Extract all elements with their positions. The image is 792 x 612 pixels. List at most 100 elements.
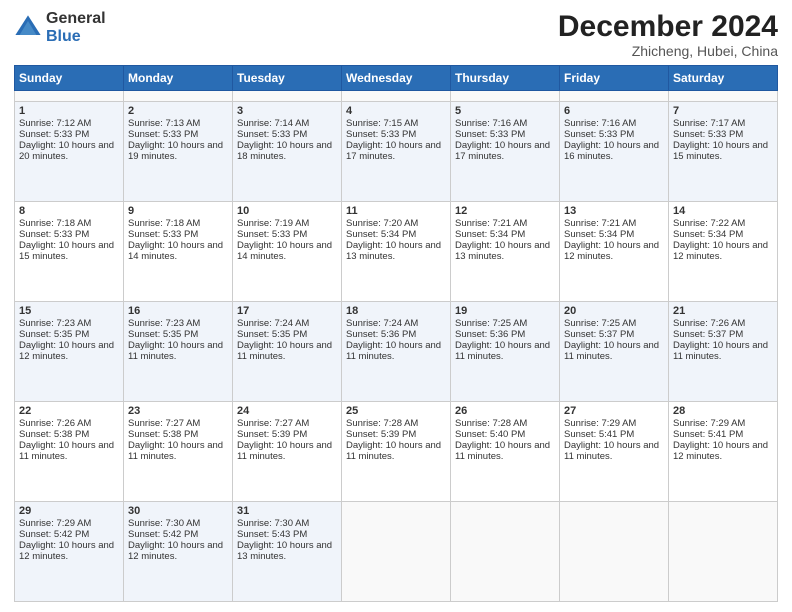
day-number: 13 <box>564 205 664 217</box>
day-cell: 3Sunrise: 7:14 AMSunset: 5:33 PMDaylight… <box>233 101 342 201</box>
day-header-friday: Friday <box>560 66 669 91</box>
sunrise-text: Sunrise: 7:28 AM <box>346 418 446 429</box>
daylight-text: Daylight: 10 hours and 19 minutes. <box>128 140 228 162</box>
title-area: December 2024 Zhicheng, Hubei, China <box>558 10 778 59</box>
daylight-text: Daylight: 10 hours and 11 minutes. <box>564 340 664 362</box>
day-cell <box>15 91 124 102</box>
day-number: 15 <box>19 305 119 317</box>
day-number: 30 <box>128 505 228 517</box>
sunset-text: Sunset: 5:34 PM <box>346 229 446 240</box>
day-cell <box>342 91 451 102</box>
daylight-text: Daylight: 10 hours and 13 minutes. <box>346 240 446 262</box>
daylight-text: Daylight: 10 hours and 13 minutes. <box>455 240 555 262</box>
daylight-text: Daylight: 10 hours and 17 minutes. <box>346 140 446 162</box>
day-header-thursday: Thursday <box>451 66 560 91</box>
day-number: 31 <box>237 505 337 517</box>
logo-icon <box>14 14 42 42</box>
daylight-text: Daylight: 10 hours and 11 minutes. <box>237 340 337 362</box>
day-number: 14 <box>673 205 773 217</box>
day-cell: 22Sunrise: 7:26 AMSunset: 5:38 PMDayligh… <box>15 401 124 501</box>
sunrise-text: Sunrise: 7:28 AM <box>455 418 555 429</box>
day-number: 25 <box>346 405 446 417</box>
day-cell: 15Sunrise: 7:23 AMSunset: 5:35 PMDayligh… <box>15 301 124 401</box>
daylight-text: Daylight: 10 hours and 12 minutes. <box>673 440 773 462</box>
sunrise-text: Sunrise: 7:26 AM <box>673 318 773 329</box>
sunset-text: Sunset: 5:33 PM <box>128 129 228 140</box>
day-cell: 13Sunrise: 7:21 AMSunset: 5:34 PMDayligh… <box>560 201 669 301</box>
sunrise-text: Sunrise: 7:25 AM <box>564 318 664 329</box>
week-row-1: 1Sunrise: 7:12 AMSunset: 5:33 PMDaylight… <box>15 101 778 201</box>
day-cell: 20Sunrise: 7:25 AMSunset: 5:37 PMDayligh… <box>560 301 669 401</box>
day-cell: 31Sunrise: 7:30 AMSunset: 5:43 PMDayligh… <box>233 501 342 601</box>
day-cell: 23Sunrise: 7:27 AMSunset: 5:38 PMDayligh… <box>124 401 233 501</box>
day-header-monday: Monday <box>124 66 233 91</box>
day-cell: 5Sunrise: 7:16 AMSunset: 5:33 PMDaylight… <box>451 101 560 201</box>
daylight-text: Daylight: 10 hours and 11 minutes. <box>237 440 337 462</box>
day-cell: 10Sunrise: 7:19 AMSunset: 5:33 PMDayligh… <box>233 201 342 301</box>
sunset-text: Sunset: 5:33 PM <box>673 129 773 140</box>
sunset-text: Sunset: 5:43 PM <box>237 529 337 540</box>
sunset-text: Sunset: 5:34 PM <box>673 229 773 240</box>
day-cell: 12Sunrise: 7:21 AMSunset: 5:34 PMDayligh… <box>451 201 560 301</box>
week-row-0 <box>15 91 778 102</box>
day-cell: 1Sunrise: 7:12 AMSunset: 5:33 PMDaylight… <box>15 101 124 201</box>
day-cell <box>560 501 669 601</box>
sunrise-text: Sunrise: 7:29 AM <box>19 518 119 529</box>
logo-text: General Blue <box>46 10 106 45</box>
day-number: 20 <box>564 305 664 317</box>
day-cell: 2Sunrise: 7:13 AMSunset: 5:33 PMDaylight… <box>124 101 233 201</box>
day-number: 2 <box>128 105 228 117</box>
sunset-text: Sunset: 5:33 PM <box>19 229 119 240</box>
daylight-text: Daylight: 10 hours and 16 minutes. <box>564 140 664 162</box>
daylight-text: Daylight: 10 hours and 12 minutes. <box>19 540 119 562</box>
daylight-text: Daylight: 10 hours and 11 minutes. <box>455 440 555 462</box>
sunset-text: Sunset: 5:42 PM <box>128 529 228 540</box>
sunrise-text: Sunrise: 7:21 AM <box>564 218 664 229</box>
day-number: 22 <box>19 405 119 417</box>
day-cell: 29Sunrise: 7:29 AMSunset: 5:42 PMDayligh… <box>15 501 124 601</box>
month-title: December 2024 <box>558 10 778 43</box>
sunrise-text: Sunrise: 7:25 AM <box>455 318 555 329</box>
day-number: 10 <box>237 205 337 217</box>
sunrise-text: Sunrise: 7:16 AM <box>564 118 664 129</box>
sunrise-text: Sunrise: 7:29 AM <box>564 418 664 429</box>
sunrise-text: Sunrise: 7:29 AM <box>673 418 773 429</box>
week-row-2: 8Sunrise: 7:18 AMSunset: 5:33 PMDaylight… <box>15 201 778 301</box>
day-number: 9 <box>128 205 228 217</box>
day-number: 24 <box>237 405 337 417</box>
sunset-text: Sunset: 5:37 PM <box>564 329 664 340</box>
daylight-text: Daylight: 10 hours and 13 minutes. <box>237 540 337 562</box>
day-cell: 24Sunrise: 7:27 AMSunset: 5:39 PMDayligh… <box>233 401 342 501</box>
logo-blue: Blue <box>46 28 81 45</box>
sunrise-text: Sunrise: 7:17 AM <box>673 118 773 129</box>
day-number: 12 <box>455 205 555 217</box>
day-number: 5 <box>455 105 555 117</box>
day-header-sunday: Sunday <box>15 66 124 91</box>
sunset-text: Sunset: 5:42 PM <box>19 529 119 540</box>
sunset-text: Sunset: 5:41 PM <box>673 429 773 440</box>
daylight-text: Daylight: 10 hours and 14 minutes. <box>237 240 337 262</box>
day-cell: 18Sunrise: 7:24 AMSunset: 5:36 PMDayligh… <box>342 301 451 401</box>
daylight-text: Daylight: 10 hours and 12 minutes. <box>673 240 773 262</box>
day-cell: 4Sunrise: 7:15 AMSunset: 5:33 PMDaylight… <box>342 101 451 201</box>
sunset-text: Sunset: 5:35 PM <box>237 329 337 340</box>
calendar-table: SundayMondayTuesdayWednesdayThursdayFrid… <box>14 65 778 602</box>
week-row-4: 22Sunrise: 7:26 AMSunset: 5:38 PMDayligh… <box>15 401 778 501</box>
sunset-text: Sunset: 5:33 PM <box>128 229 228 240</box>
daylight-text: Daylight: 10 hours and 15 minutes. <box>673 140 773 162</box>
sunset-text: Sunset: 5:37 PM <box>673 329 773 340</box>
day-cell: 28Sunrise: 7:29 AMSunset: 5:41 PMDayligh… <box>669 401 778 501</box>
sunset-text: Sunset: 5:35 PM <box>19 329 119 340</box>
day-number: 19 <box>455 305 555 317</box>
day-number: 16 <box>128 305 228 317</box>
day-number: 17 <box>237 305 337 317</box>
sunset-text: Sunset: 5:35 PM <box>128 329 228 340</box>
day-cell <box>560 91 669 102</box>
day-cell: 17Sunrise: 7:24 AMSunset: 5:35 PMDayligh… <box>233 301 342 401</box>
sunrise-text: Sunrise: 7:26 AM <box>19 418 119 429</box>
header-row: SundayMondayTuesdayWednesdayThursdayFrid… <box>15 66 778 91</box>
day-cell <box>233 91 342 102</box>
sunrise-text: Sunrise: 7:27 AM <box>128 418 228 429</box>
sunset-text: Sunset: 5:41 PM <box>564 429 664 440</box>
sunrise-text: Sunrise: 7:12 AM <box>19 118 119 129</box>
